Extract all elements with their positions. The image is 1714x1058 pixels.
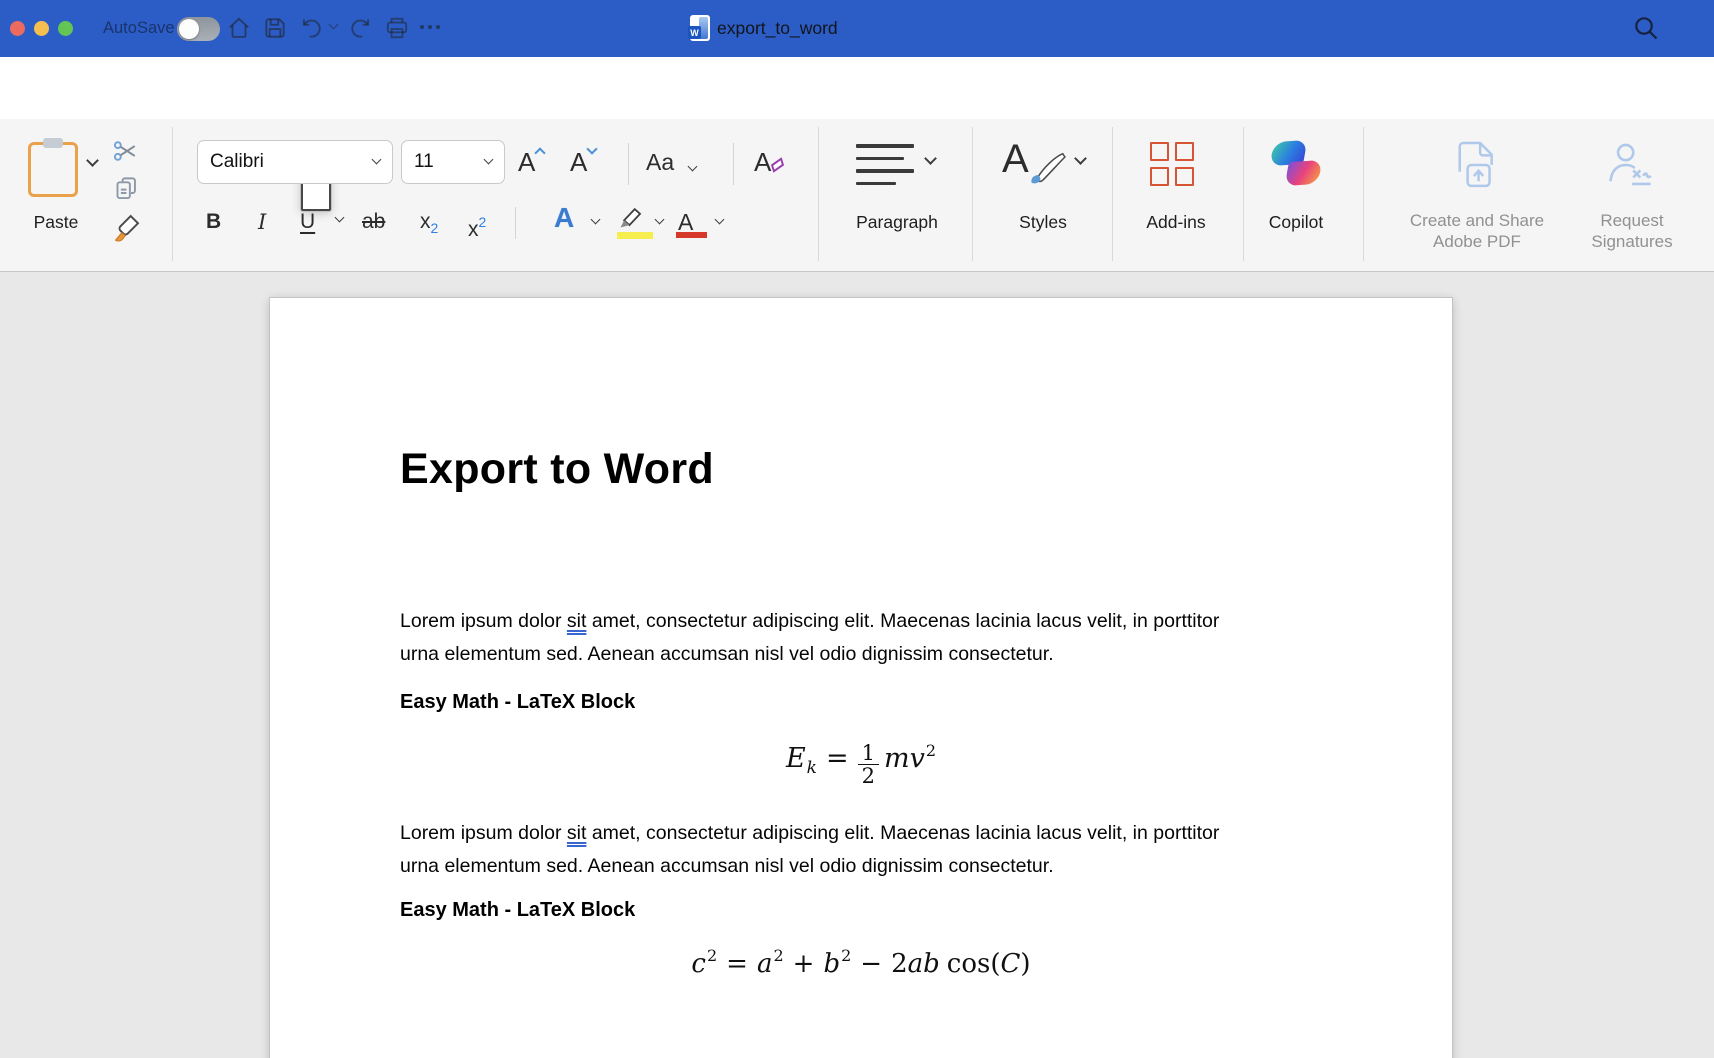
shrink-font-button[interactable]: A: [570, 145, 595, 179]
word-window: AutoSave: [0, 0, 1714, 1058]
paragraph-1: Lorem ipsum dolor sit amet, consectetur …: [400, 605, 1250, 670]
grow-font-button[interactable]: A: [518, 145, 543, 179]
style-brush-icon: [1022, 149, 1066, 192]
bold-button[interactable]: B: [206, 207, 221, 237]
doc-heading-title: Export to Word: [400, 448, 714, 491]
add-ins-button[interactable]: [1150, 142, 1194, 186]
paste-label: Paste: [8, 212, 104, 233]
grammar-flagged-word: sit: [567, 610, 587, 632]
highlight-chevron[interactable]: [655, 215, 665, 225]
change-case-button[interactable]: Aa: [646, 145, 696, 179]
adobe-pdf-label: Create and ShareAdobe PDF: [1396, 210, 1558, 252]
font-name-combobox[interactable]: Calibri: [197, 140, 393, 184]
fraction: 12: [858, 742, 879, 787]
group-divider: [1243, 127, 1244, 261]
strikethrough-button[interactable]: ab: [362, 207, 385, 237]
copilot-label: Copilot: [1236, 212, 1356, 233]
zoom-window-button[interactable]: [58, 21, 73, 36]
math-block-heading-1: Easy Math - LaTeX Block: [400, 691, 635, 714]
paste-dropdown-chevron[interactable]: [86, 154, 99, 167]
font-color-chevron[interactable]: [715, 215, 725, 225]
home-quick-icon[interactable]: [226, 15, 252, 41]
group-divider: [1363, 127, 1364, 261]
ribbon-tab-row: Home Insert Draw Design Layout Reference…: [0, 57, 1714, 119]
copilot-button[interactable]: [1272, 141, 1320, 185]
font-name-value: Calibri: [210, 151, 264, 173]
text-effects-button[interactable]: A: [554, 203, 574, 233]
word-doc-icon: W: [690, 15, 710, 41]
caret-up-icon: [535, 147, 546, 158]
document-title: export_to_word: [717, 18, 838, 39]
caret-down-icon: [587, 143, 598, 154]
autosave-toggle[interactable]: [177, 17, 220, 41]
minimize-window-button[interactable]: [34, 21, 49, 36]
more-commands-icon[interactable]: [420, 25, 440, 29]
text-effects-chevron[interactable]: [591, 215, 601, 225]
paragraph-label: Paragraph: [836, 212, 958, 233]
request-signatures-button[interactable]: [1604, 139, 1656, 196]
font-color-swatch: [676, 232, 707, 238]
print-icon[interactable]: [384, 15, 410, 41]
copy-icon[interactable]: [113, 175, 140, 207]
redo-icon[interactable]: [348, 15, 374, 41]
italic-button[interactable]: I: [258, 207, 266, 237]
superscript-button[interactable]: x2: [468, 207, 486, 245]
equation-law-of-cosines: c2=a2+b2−2abcos(C): [270, 946, 1452, 979]
clear-formatting-button[interactable]: A: [754, 145, 771, 179]
grammar-flagged-word: sit: [567, 822, 587, 844]
group-divider: [172, 127, 173, 261]
styles-label: Styles: [982, 212, 1104, 233]
close-window-button[interactable]: [10, 21, 25, 36]
undo-icon[interactable]: [298, 15, 324, 41]
styles-chevron[interactable]: [1074, 152, 1087, 165]
font-size-value: 11: [414, 151, 434, 173]
autosave-label: AutoSave: [103, 19, 175, 38]
subscript-button[interactable]: x2: [420, 207, 438, 243]
math-block-heading-2: Easy Math - LaTeX Block: [400, 899, 635, 922]
group-divider: [818, 127, 819, 261]
clipboard-icon: [43, 138, 63, 148]
save-icon[interactable]: [262, 15, 288, 41]
paragraph-chevron[interactable]: [924, 152, 937, 165]
group-divider: [1112, 127, 1113, 261]
paste-button[interactable]: [28, 142, 78, 197]
eraser-icon: [771, 157, 784, 173]
group-divider: [972, 127, 973, 261]
toggle-knob: [179, 19, 199, 39]
request-signatures-label: RequestSignatures: [1572, 210, 1692, 252]
cut-icon[interactable]: [112, 137, 140, 170]
search-icon[interactable]: [1632, 14, 1658, 40]
titlebar: AutoSave: [0, 0, 1714, 57]
underline-dropdown-chevron[interactable]: [335, 213, 345, 223]
font-size-combobox[interactable]: 11: [401, 140, 505, 184]
format-painter-icon[interactable]: [112, 213, 141, 247]
undo-dropdown-chevron[interactable]: [329, 20, 339, 30]
paragraph-2: Lorem ipsum dolor sit amet, consectetur …: [400, 817, 1250, 882]
underline-button[interactable]: U: [300, 207, 315, 237]
equation-kinetic-energy: Ek=12mv2: [270, 741, 1452, 787]
document-canvas: Export to Word Lorem ipsum dolor sit ame…: [0, 272, 1714, 1058]
create-share-adobe-pdf-button[interactable]: [1454, 138, 1500, 197]
add-ins-label: Add-ins: [1116, 212, 1236, 233]
document-page[interactable]: Export to Word Lorem ipsum dolor sit ame…: [270, 298, 1452, 1058]
paragraph-settings-button[interactable]: [856, 144, 914, 194]
ribbon: Paste Calibri 11: [0, 119, 1714, 272]
highlight-color-swatch: [617, 232, 653, 239]
